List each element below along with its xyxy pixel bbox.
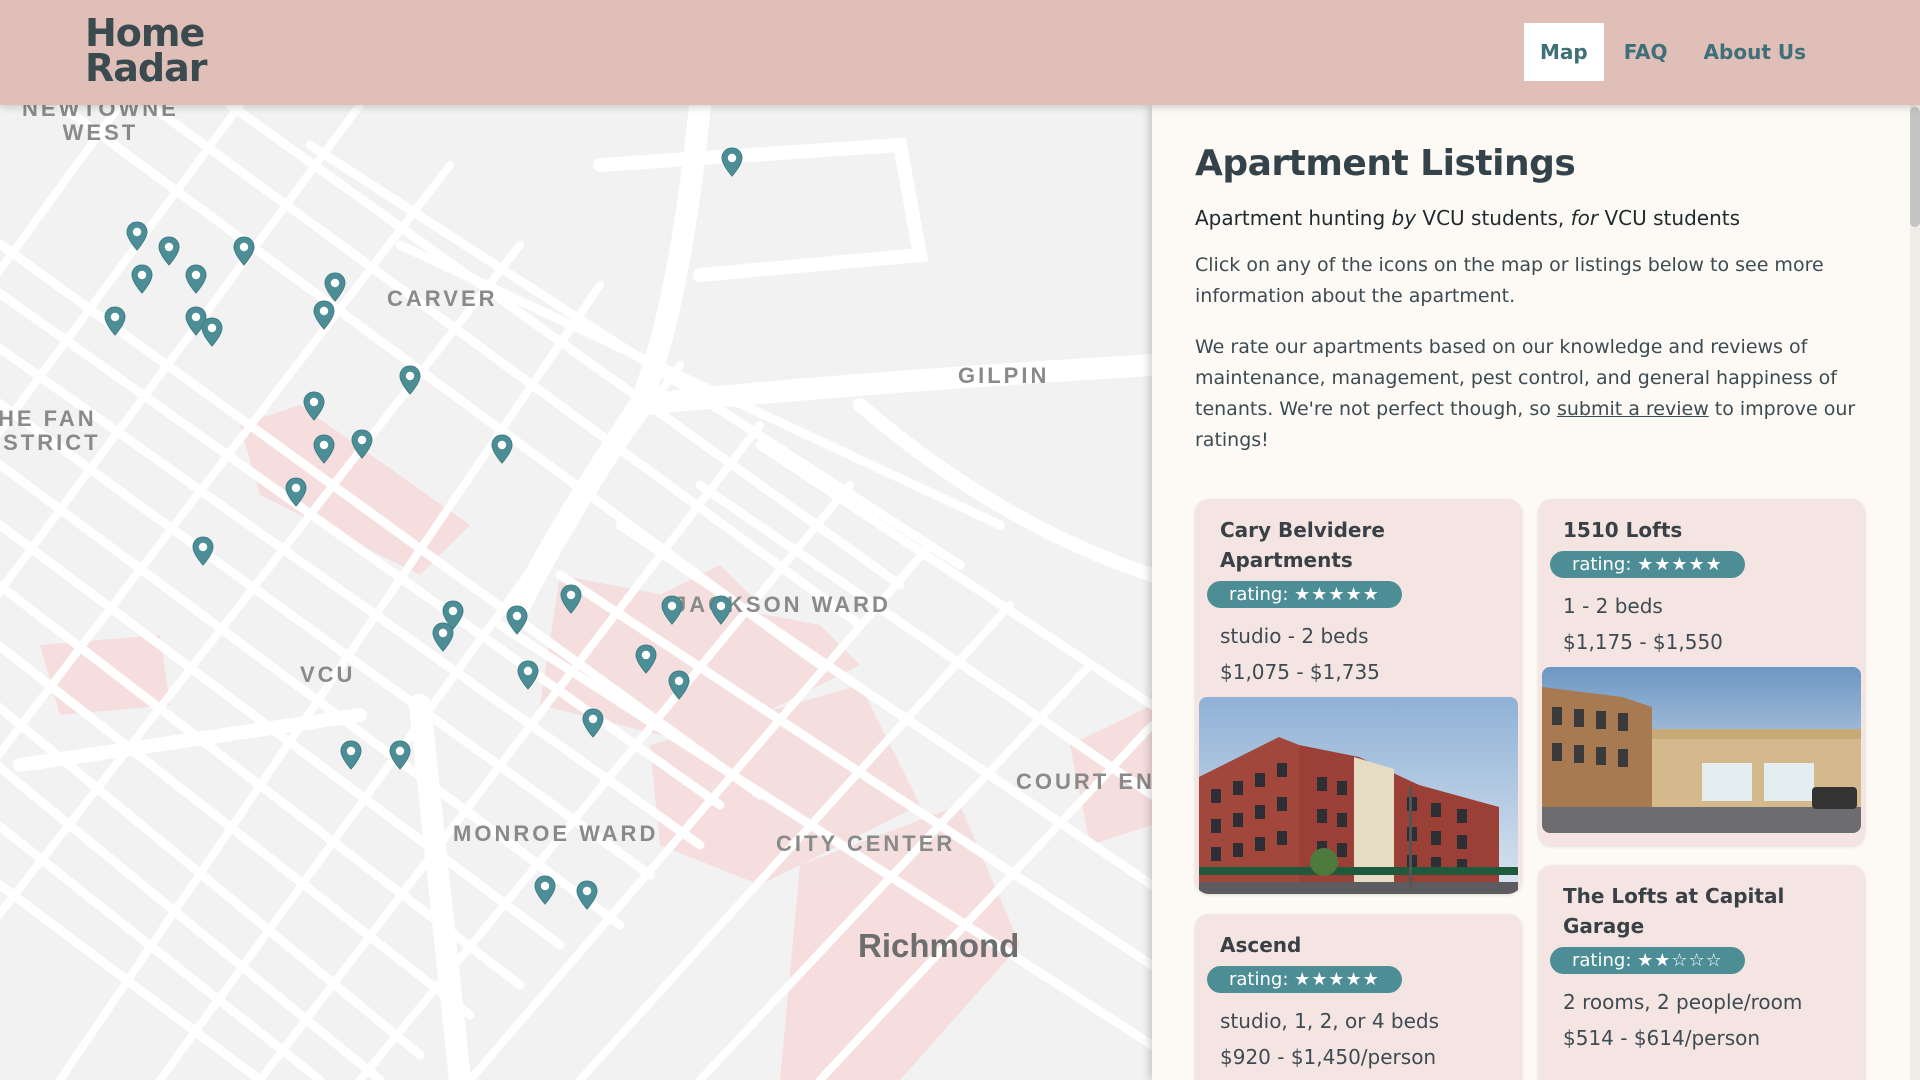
map-pin-icon[interactable] — [582, 708, 604, 738]
map-pin-icon[interactable] — [517, 660, 539, 690]
listing-photo — [1199, 697, 1518, 894]
rating-badge: rating: ★★★★★ — [1207, 581, 1402, 608]
star-rating-icon: ★★☆☆☆ — [1637, 950, 1723, 971]
map-pin-icon[interactable] — [158, 236, 180, 266]
map-label-richmond: Richmond — [858, 927, 1020, 964]
map-pin-icon[interactable] — [285, 477, 307, 507]
map-pin-icon[interactable] — [131, 264, 153, 294]
map-pin-icon[interactable] — [721, 147, 743, 177]
panel-title: Apartment Listings — [1195, 143, 1576, 184]
listing-card[interactable]: Cary Belvidere Apartments rating: ★★★★★ … — [1195, 499, 1522, 894]
tagline: Apartment hunting by VCU students, for V… — [1195, 206, 1741, 230]
map-pin-icon[interactable] — [201, 317, 223, 347]
map-label-monroe-ward: MONROE WARD — [453, 821, 659, 846]
rating-badge: rating: ★★☆☆☆ — [1550, 947, 1745, 974]
listing-price: $1,175 - $1,550 — [1563, 630, 1723, 654]
map-label-fan-district: HE FAN ISTRICT — [0, 406, 101, 455]
map-pin-icon[interactable] — [576, 880, 598, 910]
listing-beds: studio, 1, 2, or 4 beds — [1220, 1009, 1440, 1033]
listing-card[interactable]: The Lofts at Capital Garage rating: ★★☆☆… — [1538, 865, 1865, 1080]
map-label-court-end: COURT END — [1016, 769, 1152, 794]
map-pin-icon[interactable] — [303, 391, 325, 421]
star-rating-icon: ★★★★★ — [1294, 584, 1380, 605]
nav-map[interactable]: Map — [1523, 23, 1604, 81]
rating-explainer: We rate our apartments based on our know… — [1195, 336, 1856, 451]
site-header: Home Radar Map FAQ About Us — [0, 0, 1920, 105]
map-pin-icon[interactable] — [389, 740, 411, 770]
map-label-city-center: CITY CENTER — [776, 831, 956, 856]
map-pin-icon[interactable] — [491, 434, 513, 464]
map-pin-icon[interactable] — [233, 236, 255, 266]
listing-beds: studio - 2 beds — [1220, 624, 1369, 648]
map-pin-icon[interactable] — [313, 300, 335, 330]
listing-price: $514 - $614/person — [1563, 1026, 1761, 1050]
main-nav: Map FAQ About Us — [1520, 23, 1822, 81]
listings-panel[interactable]: Apartment Listings Apartment hunting by … — [1152, 105, 1920, 1080]
map-pin-icon[interactable] — [324, 272, 346, 302]
rating-badge: rating: ★★★★★ — [1550, 551, 1745, 578]
listing-name: Ascend — [1220, 933, 1302, 957]
map-pin-icon[interactable] — [560, 584, 582, 614]
listing-name: The Lofts at Capital Garage — [1563, 884, 1785, 938]
star-rating-icon: ★★★★★ — [1637, 554, 1723, 575]
map-pin-icon[interactable] — [710, 595, 732, 625]
map-pin-icon[interactable] — [399, 365, 421, 395]
listing-card[interactable]: Ascend rating: ★★★★★ studio, 1, 2, or 4 … — [1195, 914, 1522, 1080]
logo-line-2: Radar — [85, 46, 207, 90]
map-pin-icon[interactable] — [126, 221, 148, 251]
map-label-jackson-ward: JACKSON WARD — [674, 592, 891, 617]
submit-review-link[interactable]: submit a review — [1557, 398, 1709, 420]
listing-beds: 2 rooms, 2 people/room — [1563, 990, 1803, 1014]
map-label-carver: CARVER — [387, 286, 498, 311]
listing-price: $1,075 - $1,735 — [1220, 660, 1380, 684]
map-label-gilpin: GILPIN — [958, 363, 1050, 388]
listing-card[interactable]: 1510 Lofts rating: ★★★★★ 1 - 2 beds $1,1… — [1538, 499, 1865, 846]
intro-text: Click on any of the icons on the map or … — [1195, 254, 1824, 307]
listing-photo — [1542, 667, 1861, 833]
rating-badge: rating: ★★★★★ — [1207, 966, 1402, 993]
map-pin-icon[interactable] — [192, 536, 214, 566]
listing-name: Cary Belvidere Apartments — [1220, 518, 1385, 572]
listing-price: $920 - $1,450/person — [1220, 1045, 1437, 1069]
scrollbar-thumb[interactable] — [1910, 107, 1920, 227]
listing-name: 1510 Lofts — [1563, 518, 1683, 542]
star-rating-icon: ★★★★★ — [1294, 969, 1380, 990]
map-pin-icon[interactable] — [104, 306, 126, 336]
map-pin-icon[interactable] — [635, 644, 657, 674]
map-pin-icon[interactable] — [534, 875, 556, 905]
map-pin-icon[interactable] — [340, 740, 362, 770]
listing-cards: Cary Belvidere Apartments rating: ★★★★★ … — [1195, 499, 1865, 1080]
map-pin-icon[interactable] — [185, 264, 207, 294]
listing-beds: 1 - 2 beds — [1563, 594, 1663, 618]
map-pin-icon[interactable] — [506, 605, 528, 635]
map-pin-icon[interactable] — [351, 429, 373, 459]
nav-about-us[interactable]: About Us — [1688, 23, 1822, 81]
logo[interactable]: Home Radar — [85, 14, 207, 90]
map-pin-icon[interactable] — [668, 670, 690, 700]
map-pin-icon[interactable] — [432, 622, 454, 652]
map-pin-icon[interactable] — [313, 434, 335, 464]
map-label-newtowne-west: NEWTOWNE WEST — [22, 105, 179, 145]
map-pin-icon[interactable] — [661, 595, 683, 625]
panel-scrollbar[interactable] — [1910, 105, 1920, 1080]
map-view[interactable]: NEWTOWNE WEST CARVER GILPIN HE FAN ISTRICT… — [0, 105, 1152, 1080]
nav-faq[interactable]: FAQ — [1608, 23, 1684, 81]
map-label-vcu: VCU — [300, 662, 356, 687]
